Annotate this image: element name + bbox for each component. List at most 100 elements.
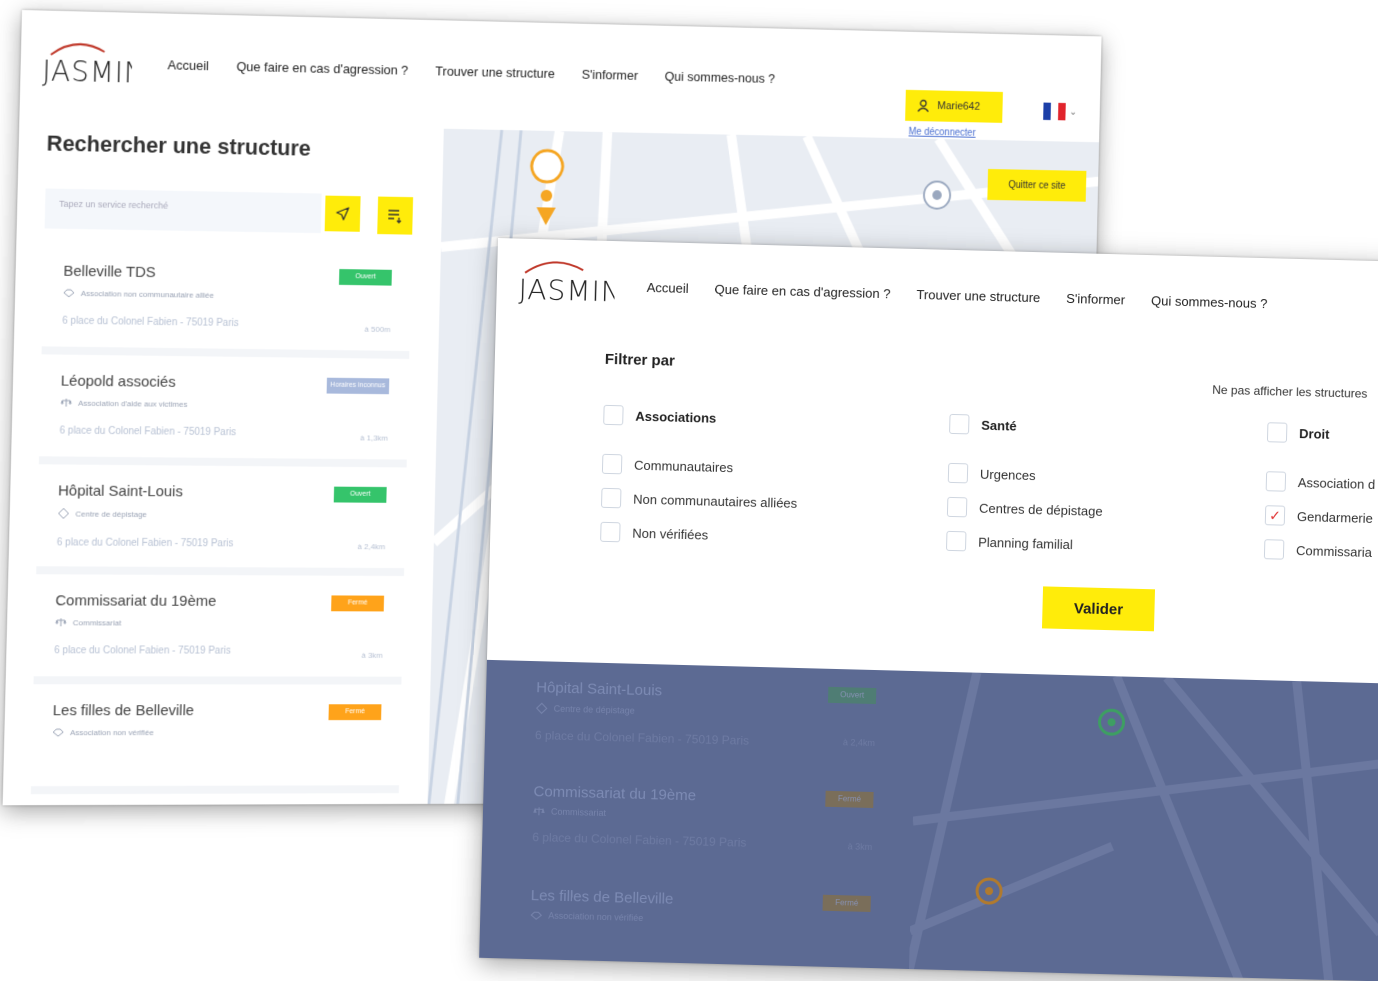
result-card[interactable]: Hôpital Saint-Louis Centre de dépistage … bbox=[36, 464, 406, 576]
filter-option-label: Centres de dépistage bbox=[979, 500, 1103, 518]
filter-option-label: Gendarmerie bbox=[1297, 509, 1373, 526]
validate-button[interactable]: Valider bbox=[1042, 586, 1155, 631]
filter-group-sante[interactable]: Santé bbox=[949, 414, 1105, 438]
nav-accueil[interactable]: Accueil bbox=[647, 280, 689, 296]
result-type-row: Commissariat bbox=[55, 617, 384, 628]
filter-list-icon bbox=[386, 207, 404, 225]
checkbox[interactable] bbox=[602, 454, 623, 475]
result-distance: à 2,4km bbox=[357, 542, 385, 551]
search-placeholder: Tapez un service recherché bbox=[59, 199, 168, 211]
map-streets-dimmed bbox=[909, 671, 1378, 981]
results-list: Belleville TDS Association non communaut… bbox=[31, 244, 412, 794]
logout-link[interactable]: Me déconnecter bbox=[908, 127, 975, 139]
filter-option[interactable]: Commissaria bbox=[1264, 532, 1374, 569]
checkbox-checked[interactable] bbox=[1265, 505, 1286, 526]
logo-text: JASMINE bbox=[518, 273, 615, 309]
result-title: Commissariat du 19ème bbox=[533, 783, 871, 809]
nav-accueil[interactable]: Accueil bbox=[167, 57, 209, 73]
search-input[interactable]: Tapez un service recherché bbox=[45, 188, 322, 233]
filter-option-label: Non vérifiées bbox=[632, 525, 708, 542]
checkbox[interactable] bbox=[603, 405, 624, 426]
chevron-down-icon: ⌄ bbox=[1069, 106, 1077, 117]
filter-column-sante: Santé Urgences Centres de dépistage Plan… bbox=[946, 414, 1105, 562]
logo-text: JASMINE bbox=[42, 54, 133, 90]
filter-group-label: Associations bbox=[635, 408, 716, 425]
jasmine-logo[interactable]: JASMINE bbox=[518, 249, 615, 309]
checkbox[interactable] bbox=[1267, 422, 1288, 443]
filter-column-droit: Droit Association d Gendarmerie Commissa… bbox=[1264, 422, 1377, 569]
nav-qui-sommes-nous[interactable]: Qui sommes-nous ? bbox=[664, 69, 775, 86]
checkbox[interactable] bbox=[1264, 539, 1285, 560]
result-type: Association non vérifiée bbox=[70, 728, 154, 737]
filter-group-associations[interactable]: Associations bbox=[603, 405, 799, 430]
checkbox[interactable] bbox=[949, 414, 970, 435]
status-badge: Fermé bbox=[328, 704, 381, 720]
filter-option[interactable]: Centres de dépistage bbox=[947, 490, 1103, 528]
modal-backdrop[interactable]: Hôpital Saint-Louis Centre de dépistage … bbox=[479, 660, 1378, 981]
result-title: Les filles de Belleville bbox=[531, 887, 869, 913]
result-address: 6 place du Colonel Fabien - 75019 Paris bbox=[532, 830, 870, 853]
quit-site-button[interactable]: Quitter ce site bbox=[987, 169, 1086, 202]
filter-column-associations: Associations Communautaires Non communau… bbox=[600, 405, 800, 554]
result-title: Hôpital Saint-Louis bbox=[536, 679, 874, 705]
result-type-row: Association non vérifiée bbox=[530, 910, 868, 929]
checkbox[interactable] bbox=[948, 463, 969, 484]
nav-agression[interactable]: Que faire en cas d'agression ? bbox=[714, 282, 890, 302]
filter-option-label: Urgences bbox=[980, 466, 1036, 482]
result-card[interactable]: Les filles de Belleville Association non… bbox=[31, 684, 402, 794]
nav-qui-sommes-nous[interactable]: Qui sommes-nous ? bbox=[1151, 293, 1268, 311]
filter-option-label: Communautaires bbox=[634, 457, 733, 475]
status-badge: Fermé bbox=[331, 595, 384, 611]
result-type-row: Centre de dépistage bbox=[57, 507, 386, 521]
filter-option[interactable]: Non vérifiées bbox=[600, 515, 797, 554]
nav-trouver[interactable]: Trouver une structure bbox=[435, 64, 555, 81]
status-badge: Fermé bbox=[823, 895, 871, 912]
hide-structures-label: Ne pas afficher les structures bbox=[1212, 383, 1368, 401]
medical-cross-icon bbox=[536, 702, 548, 714]
filter-option[interactable]: Planning familial bbox=[946, 524, 1102, 562]
result-type-row: Commissariat bbox=[533, 806, 871, 825]
result-address: 6 place du Colonel Fabien - 75019 Paris bbox=[54, 645, 383, 657]
filter-option[interactable]: Urgences bbox=[948, 456, 1104, 494]
french-flag-icon bbox=[1043, 103, 1066, 121]
location-arrow-icon bbox=[335, 206, 351, 222]
result-type: Association d'aide aux victimes bbox=[78, 398, 188, 408]
checkbox[interactable] bbox=[600, 522, 621, 543]
filter-group-label: Droit bbox=[1299, 426, 1330, 442]
result-card: Les filles de Belleville Association non… bbox=[509, 873, 889, 979]
result-card[interactable]: Léopold associés Association d'aide aux … bbox=[39, 354, 409, 467]
status-badge: Ouvert bbox=[828, 687, 876, 704]
checkbox[interactable] bbox=[946, 531, 967, 552]
result-type-row: Association non communautaire alliée bbox=[63, 288, 392, 303]
status-badge: Horaires inconnus bbox=[326, 378, 389, 395]
filter-button[interactable] bbox=[377, 197, 413, 235]
language-select[interactable]: ⌄ bbox=[1043, 103, 1077, 121]
nav-trouver[interactable]: Trouver une structure bbox=[916, 287, 1040, 305]
map-pin-grey-icon[interactable] bbox=[924, 181, 951, 209]
filter-option[interactable]: Non communautaires alliées bbox=[601, 481, 798, 520]
checkbox[interactable] bbox=[947, 497, 968, 518]
user-account-button[interactable]: Marie642 bbox=[905, 90, 1003, 123]
result-card[interactable]: Commissariat du 19ème Commissariat 6 pla… bbox=[33, 574, 403, 684]
filter-option[interactable]: Gendarmerie bbox=[1265, 498, 1375, 535]
result-type: Association non vérifiée bbox=[548, 911, 643, 923]
result-distance: à 2,4km bbox=[843, 737, 875, 748]
checkbox[interactable] bbox=[601, 488, 622, 509]
handshake-icon bbox=[63, 288, 75, 298]
medical-cross-icon bbox=[57, 507, 69, 519]
result-card[interactable]: Belleville TDS Association non communaut… bbox=[42, 244, 412, 358]
front-screen: JASMINE Accueil Que faire en cas d'agres… bbox=[479, 238, 1378, 981]
nav-agression[interactable]: Que faire en cas d'agression ? bbox=[236, 59, 408, 78]
filter-option[interactable]: Communautaires bbox=[602, 447, 799, 486]
filter-group-droit[interactable]: Droit bbox=[1267, 422, 1377, 445]
nav-informer[interactable]: S'informer bbox=[581, 67, 638, 83]
result-distance: à 500m bbox=[364, 325, 390, 334]
locate-button[interactable] bbox=[325, 196, 361, 232]
checkbox[interactable] bbox=[1266, 471, 1287, 492]
jasmine-logo[interactable]: JASMINE bbox=[42, 33, 133, 91]
result-distance: à 3km bbox=[361, 651, 382, 660]
filter-option-label: Commissaria bbox=[1296, 543, 1372, 560]
user-name: Marie642 bbox=[937, 100, 980, 113]
filter-option[interactable]: Association d bbox=[1265, 464, 1375, 501]
nav-informer[interactable]: S'informer bbox=[1066, 291, 1125, 308]
